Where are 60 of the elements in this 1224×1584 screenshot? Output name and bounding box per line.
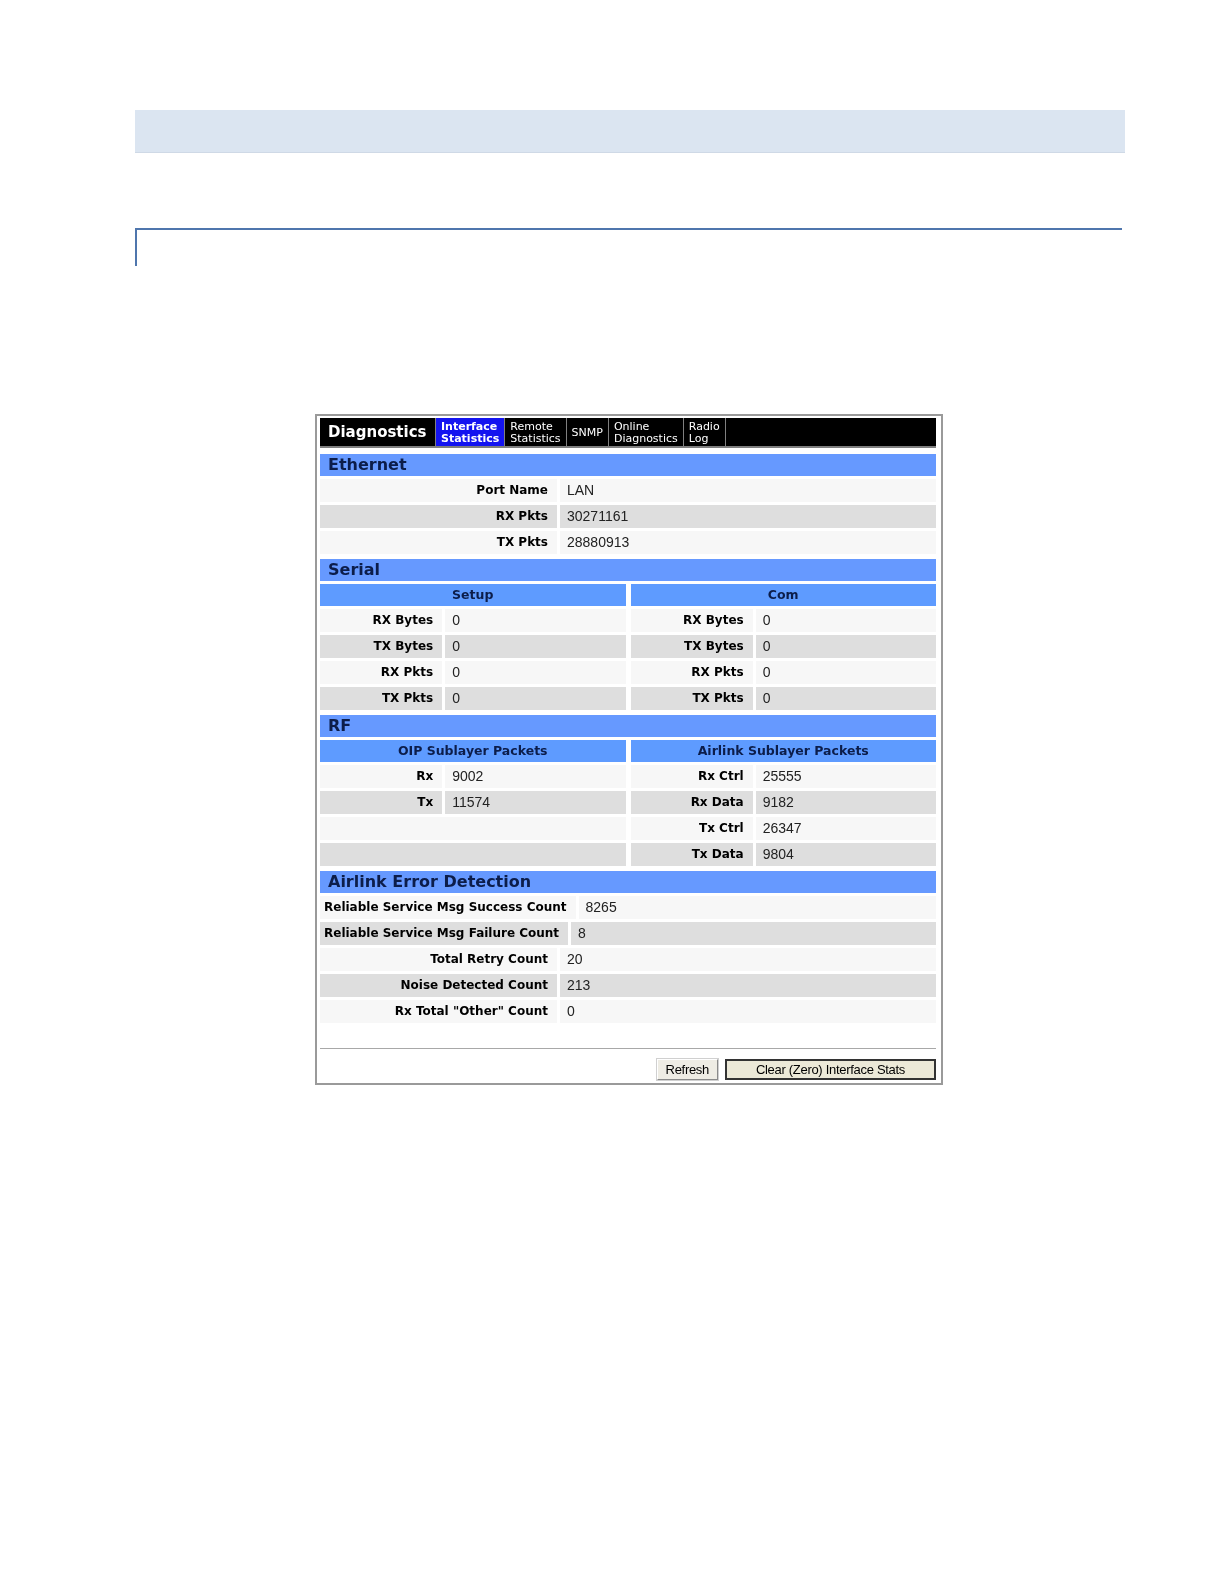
section-header: Airlink Error Detection xyxy=(320,871,936,893)
field-label: Rx Data xyxy=(630,791,753,814)
column-header: Setup xyxy=(320,584,626,606)
field-value: 26347 xyxy=(755,817,936,840)
column-header: Airlink Sublayer Packets xyxy=(630,740,936,762)
field-value: 9182 xyxy=(755,791,936,814)
tab[interactable]: SNMP xyxy=(565,418,608,446)
tab[interactable]: Radio Log xyxy=(682,418,726,446)
field-value: 0 xyxy=(755,635,936,658)
field-value: 9002 xyxy=(445,765,626,788)
field-value: 0 xyxy=(755,661,936,684)
field-label: Total Retry Count xyxy=(320,948,557,971)
field-value: 9804 xyxy=(755,843,936,866)
section-header: Serial xyxy=(320,559,936,581)
field-value: 11574 xyxy=(445,791,626,814)
refresh-button[interactable]: Refresh xyxy=(656,1059,718,1080)
field-value: 0 xyxy=(445,609,626,632)
field-label: RX Bytes xyxy=(630,609,753,632)
field-label: Tx Data xyxy=(630,843,753,866)
field-label: TX Bytes xyxy=(320,635,443,658)
field-label: TX Pkts xyxy=(630,687,753,710)
field-value: 25555 xyxy=(755,765,936,788)
field-label: Rx Total "Other" Count xyxy=(320,1000,557,1023)
field-value: 213 xyxy=(560,974,936,997)
field-value: 0 xyxy=(755,687,936,710)
field-value: 20 xyxy=(560,948,936,971)
field-label: Reliable Service Msg Success Count xyxy=(320,896,576,919)
field-label: RX Pkts xyxy=(320,505,557,528)
field-value: 30271161 xyxy=(560,505,936,528)
field-label: Tx xyxy=(320,791,443,814)
field-value: 0 xyxy=(755,609,936,632)
field-label: Tx Ctrl xyxy=(630,817,753,840)
field-label: RX Pkts xyxy=(320,661,443,684)
section-header: Ethernet xyxy=(320,454,936,476)
section-header: RF xyxy=(320,715,936,737)
field-label: TX Pkts xyxy=(320,531,557,554)
field-value: 28880913 xyxy=(560,531,936,554)
app-title: Diagnostics xyxy=(327,422,428,443)
field-label: RX Bytes xyxy=(320,609,443,632)
column-header: OIP Sublayer Packets xyxy=(320,740,626,762)
field-label: Port Name xyxy=(320,479,557,502)
field-label: TX Pkts xyxy=(320,687,443,710)
field-value: 8 xyxy=(571,922,936,945)
field-value: 0 xyxy=(445,661,626,684)
clear-stats-button[interactable]: Clear (Zero) Interface Stats xyxy=(725,1059,936,1080)
field-label: TX Bytes xyxy=(630,635,753,658)
tab[interactable]: Online Diagnostics xyxy=(607,418,683,446)
field-label: Reliable Service Msg Failure Count xyxy=(320,922,569,945)
field-value: LAN xyxy=(560,479,936,502)
tab[interactable]: Interface Statistics xyxy=(435,418,505,446)
field-label: Rx Ctrl xyxy=(630,765,753,788)
field-value: 0 xyxy=(445,635,626,658)
field-value: 0 xyxy=(445,687,626,710)
field-label: RX Pkts xyxy=(630,661,753,684)
field-label: Noise Detected Count xyxy=(320,974,557,997)
tab[interactable]: Remote Statistics xyxy=(504,418,566,446)
field-value: 8265 xyxy=(578,896,936,919)
column-header: Com xyxy=(630,584,936,606)
field-value: 0 xyxy=(560,1000,936,1023)
field-label: Rx xyxy=(320,765,443,788)
